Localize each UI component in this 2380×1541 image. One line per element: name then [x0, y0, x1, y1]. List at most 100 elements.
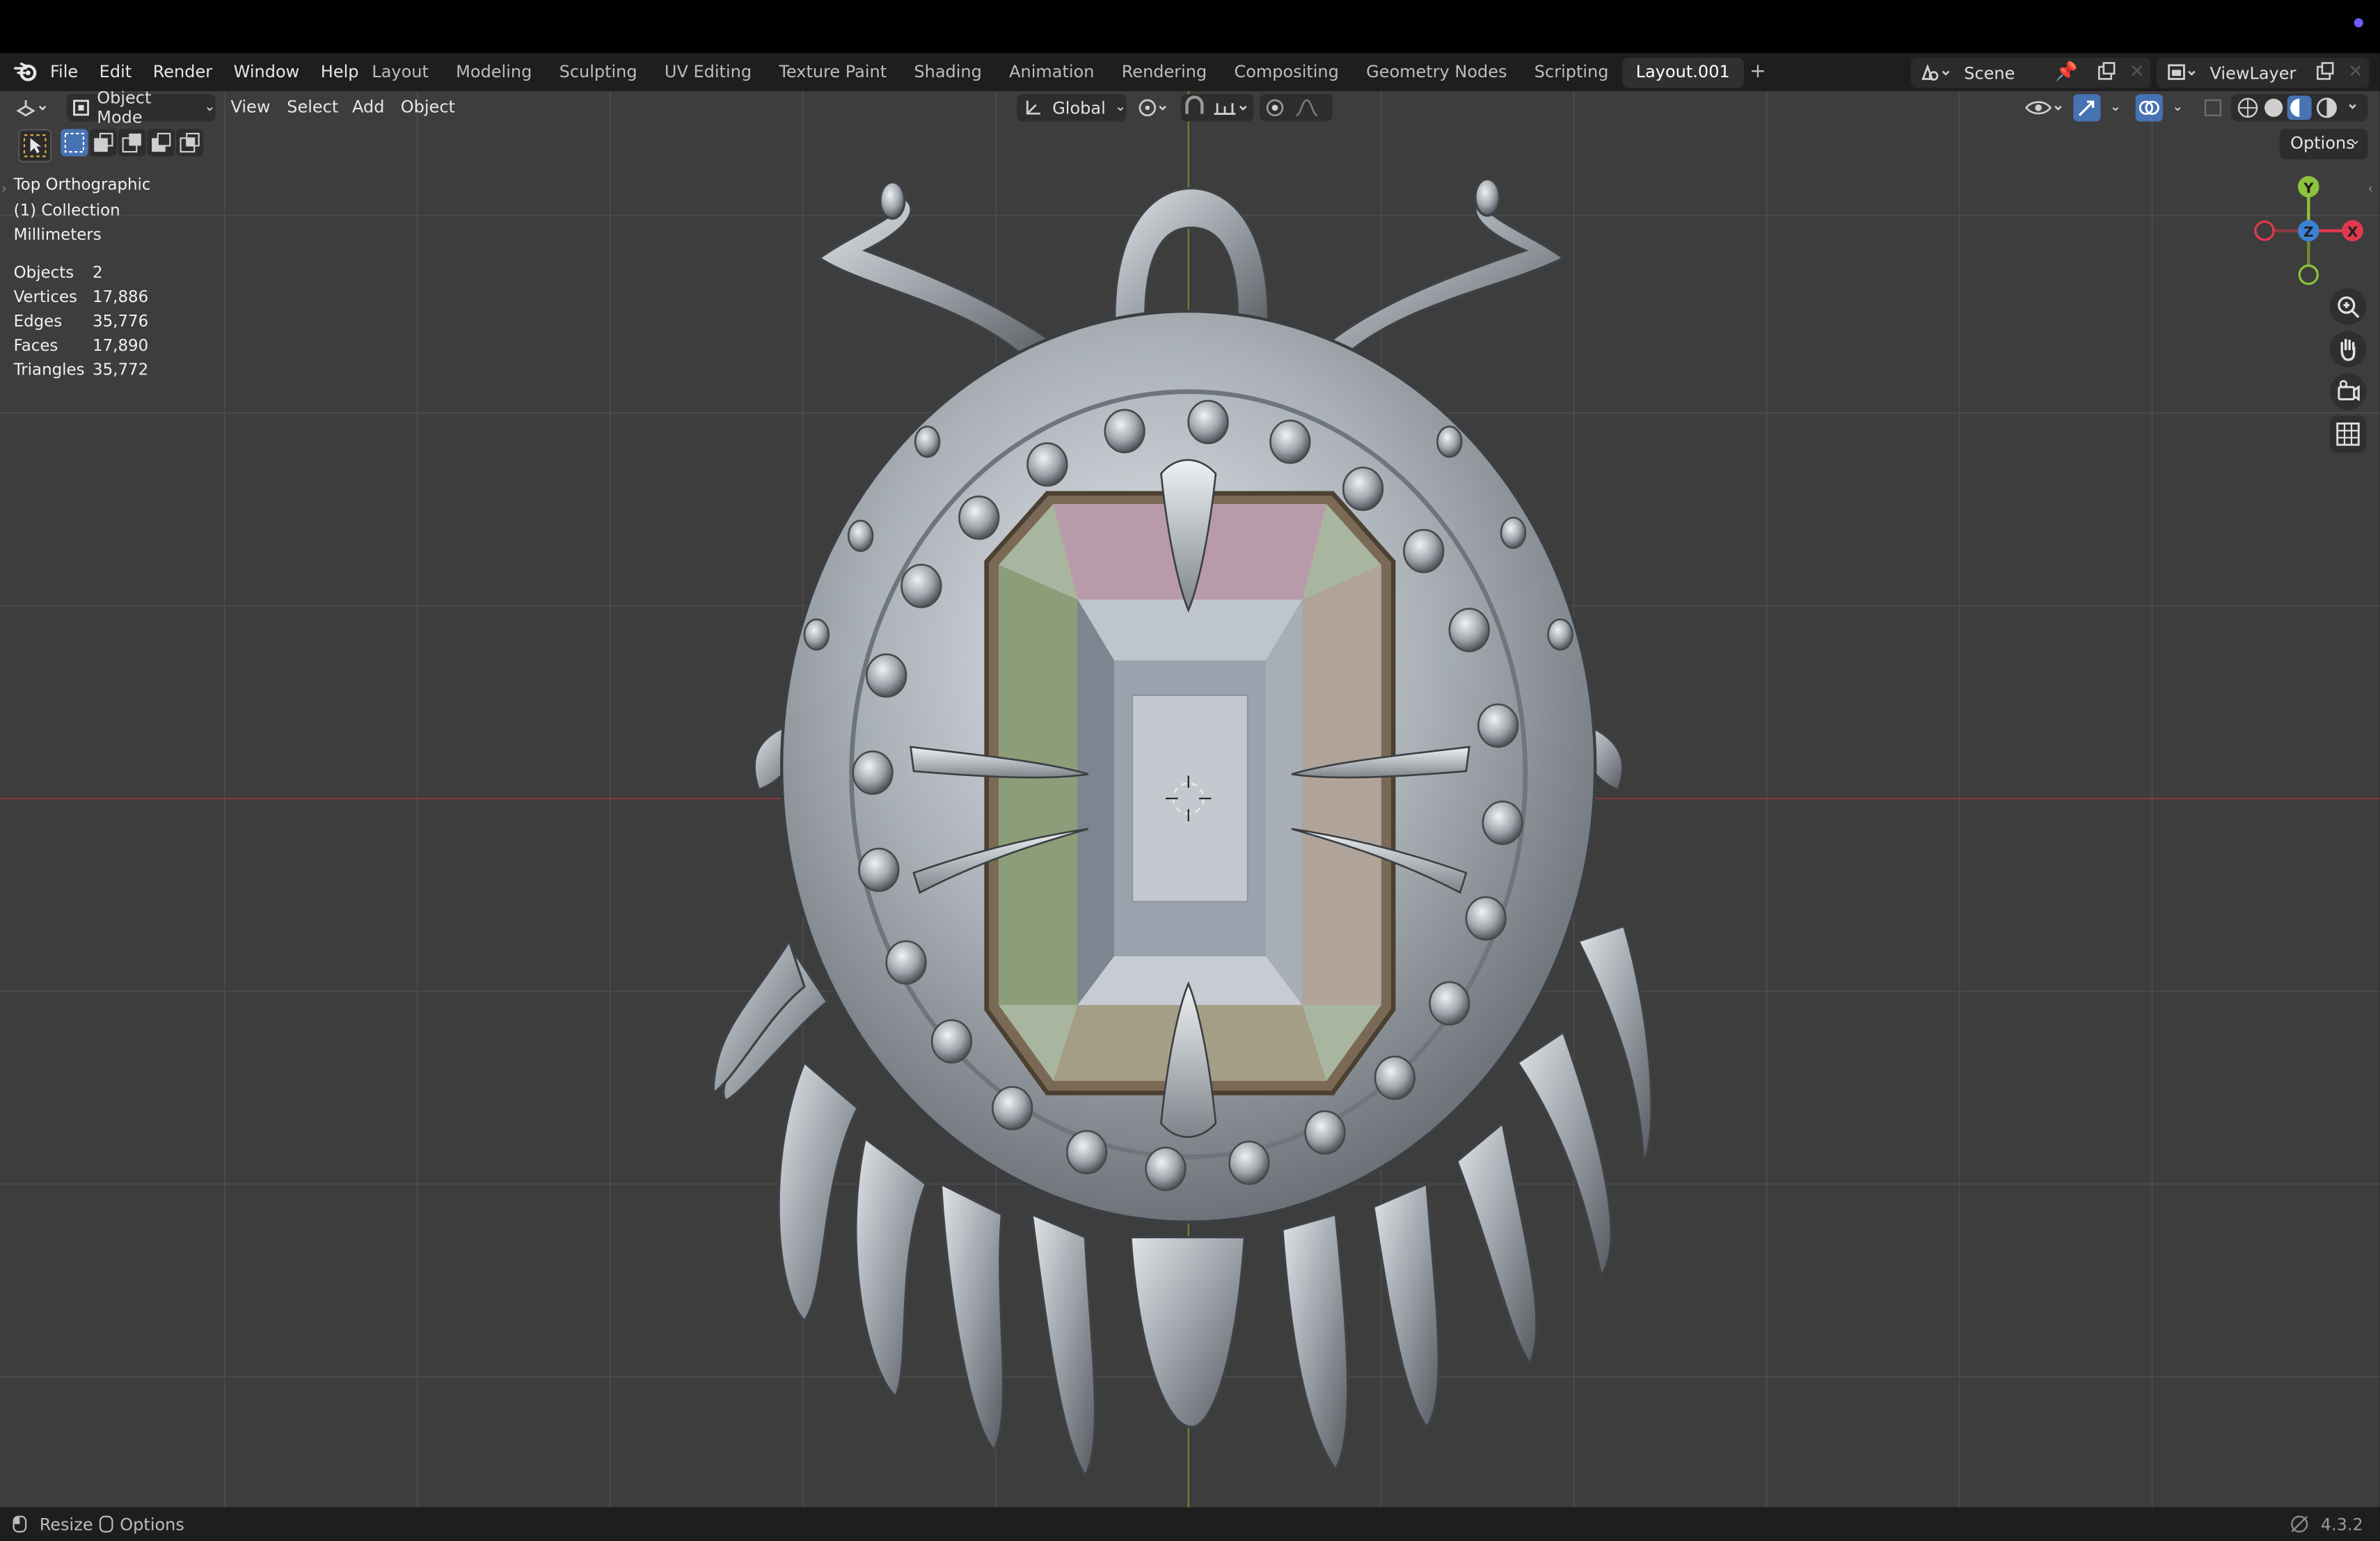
snapping-button[interactable] [1180, 94, 1254, 122]
selection-mode-tools [61, 129, 204, 159]
pin-icon[interactable]: 📌 [2055, 61, 2078, 82]
tab-compositing[interactable]: Compositing [1221, 58, 1353, 88]
scene-selector[interactable]: Scene 📌 ✕ [1910, 57, 2151, 88]
ortho-toggle-button[interactable] [2329, 416, 2367, 452]
top-menu-bar: File Edit Render Window Help Layout Mode… [0, 53, 2380, 91]
visibility-button[interactable] [2023, 94, 2068, 121]
xray-toggle[interactable] [2203, 94, 2224, 121]
select-difference-icon[interactable] [147, 129, 175, 157]
chevron-down-icon: ⌄ [204, 100, 216, 116]
cursor-select-icon [23, 134, 47, 157]
stat-row: Faces 17,890 [13, 337, 149, 356]
active-tool-select-box[interactable] [18, 129, 52, 163]
navigation-gizmo[interactable]: Y X Z [2246, 170, 2374, 297]
menu-file[interactable]: File [40, 62, 89, 81]
view-layer-selector[interactable]: ViewLayer ✕ [2157, 57, 2370, 88]
3d-viewport[interactable]: Object Mode ⌄ View Select Add Object Glo… [0, 90, 2380, 1508]
menu-object[interactable]: Object [401, 97, 455, 117]
chevron-down-icon[interactable] [2349, 104, 2356, 109]
tab-rendering[interactable]: Rendering [1108, 58, 1221, 88]
scene-name[interactable]: Scene [1964, 64, 2015, 84]
view-layer-name[interactable]: ViewLayer [2210, 64, 2296, 84]
select-extend-icon[interactable] [89, 129, 117, 157]
version-label: 4.3.2 [2320, 1515, 2363, 1535]
eye-icon [2024, 101, 2062, 115]
collection-name: (1) Collection [13, 200, 120, 220]
xray-icon [2204, 99, 2222, 117]
tab-layout[interactable]: Layout [358, 58, 443, 88]
tab-uv-editing[interactable]: UV Editing [651, 58, 765, 88]
mode-selector[interactable]: Object Mode ⌄ [66, 91, 216, 127]
viewport-info: Top Orthographic (1) Collection Millimet… [14, 173, 151, 248]
sidebar-toggle-icon[interactable]: ‹ [2367, 182, 2373, 198]
tab-sculpting[interactable]: Sculpting [546, 58, 651, 88]
tab-texture-paint[interactable]: Texture Paint [765, 58, 901, 88]
overlays-toggle[interactable]: ⌄ [2135, 94, 2187, 122]
transform-orientation[interactable]: Global ⌄ [1017, 94, 1127, 122]
tab-geometry-nodes[interactable]: Geometry Nodes [1353, 58, 1521, 88]
menu-render[interactable]: Render [142, 62, 223, 81]
scene-icon[interactable] [1919, 62, 1952, 84]
status-bar: Resize Options 4.3.2 [0, 1507, 2380, 1541]
stat-row: Triangles 35,772 [13, 361, 149, 380]
overlays-icon [2135, 94, 2163, 122]
gizmo-toggle[interactable]: ⌄ [2073, 94, 2125, 122]
status-dot [2354, 18, 2363, 28]
add-workspace-button[interactable]: + [1743, 58, 1772, 86]
hand-icon [2340, 338, 2356, 361]
delete-view-layer-icon[interactable]: ✕ [2348, 61, 2363, 82]
blender-logo-icon[interactable] [14, 61, 38, 82]
scene-statistics: Objects 2 Vertices 17,886 Edges 35,776 Face… [14, 261, 149, 382]
units-label: Millimeters [13, 226, 102, 245]
new-view-layer-icon[interactable] [2315, 61, 2336, 82]
chevron-down-icon: ⌄ [2349, 133, 2361, 149]
wireframe-shading-icon[interactable] [2237, 97, 2258, 118]
tab-shading[interactable]: Shading [901, 58, 996, 88]
new-scene-icon[interactable] [2096, 61, 2118, 82]
shading-modes [2231, 94, 2368, 122]
stat-row: Vertices 17,886 [13, 288, 149, 307]
tab-scripting[interactable]: Scripting [1521, 58, 1622, 88]
menu-window[interactable]: Window [223, 62, 310, 81]
rendered-shading-icon[interactable] [2316, 97, 2337, 118]
delete-scene-icon[interactable]: ✕ [2129, 61, 2145, 82]
view-layer-icon[interactable] [2164, 62, 2198, 84]
view-name: Top Orthographic [13, 175, 151, 195]
gizmo-x-label: X [2347, 224, 2358, 240]
status-resize: Resize [39, 1515, 93, 1535]
select-new-icon[interactable] [61, 129, 88, 157]
gizmo-z-label: Z [2303, 224, 2313, 240]
main-menus: File Edit Render Window Help [40, 53, 370, 91]
options-dropdown[interactable]: Options ⌄ [2279, 129, 2368, 160]
pan-button[interactable] [2329, 331, 2367, 368]
solid-shading-icon[interactable] [2264, 98, 2283, 117]
object-mode-icon [73, 100, 89, 116]
menu-select[interactable]: Select [287, 97, 338, 117]
menu-add[interactable]: Add [352, 97, 384, 117]
viewport-canvas[interactable] [0, 90, 2380, 1508]
grid-icon [2336, 422, 2360, 446]
material-shading-icon[interactable] [2287, 95, 2312, 120]
orientation-label: Global [1052, 97, 1106, 118]
proportional-editing[interactable] [1260, 94, 1333, 122]
pendant-mesh[interactable] [712, 177, 1653, 1478]
select-intersect-icon[interactable] [175, 129, 204, 157]
pivot-icon [1139, 99, 1166, 117]
tab-animation[interactable]: Animation [995, 58, 1108, 88]
gizmo-y-label: Y [2303, 180, 2314, 196]
select-subtract-icon[interactable] [118, 129, 146, 157]
menu-view[interactable]: View [231, 97, 271, 117]
editor-type-icon[interactable] [12, 95, 51, 120]
zoom-button[interactable] [2329, 288, 2367, 325]
toolbar-toggle-icon[interactable]: › [1, 182, 7, 198]
tab-modeling[interactable]: Modeling [443, 58, 546, 88]
pivot-point-button[interactable] [1135, 94, 1175, 121]
tab-layout-001[interactable]: Layout.001 [1622, 57, 1744, 88]
zoom-icon [2338, 296, 2360, 318]
workspace-tabs: Layout Modeling Sculpting UV Editing Tex… [358, 57, 1772, 88]
menu-edit[interactable]: Edit [88, 62, 142, 81]
camera-view-button[interactable] [2329, 373, 2367, 410]
viewport-header: Object Mode ⌄ View Select Add Object Glo… [0, 91, 2380, 127]
editor-type-button[interactable] [12, 94, 54, 121]
gizmo-icon [2073, 94, 2101, 122]
